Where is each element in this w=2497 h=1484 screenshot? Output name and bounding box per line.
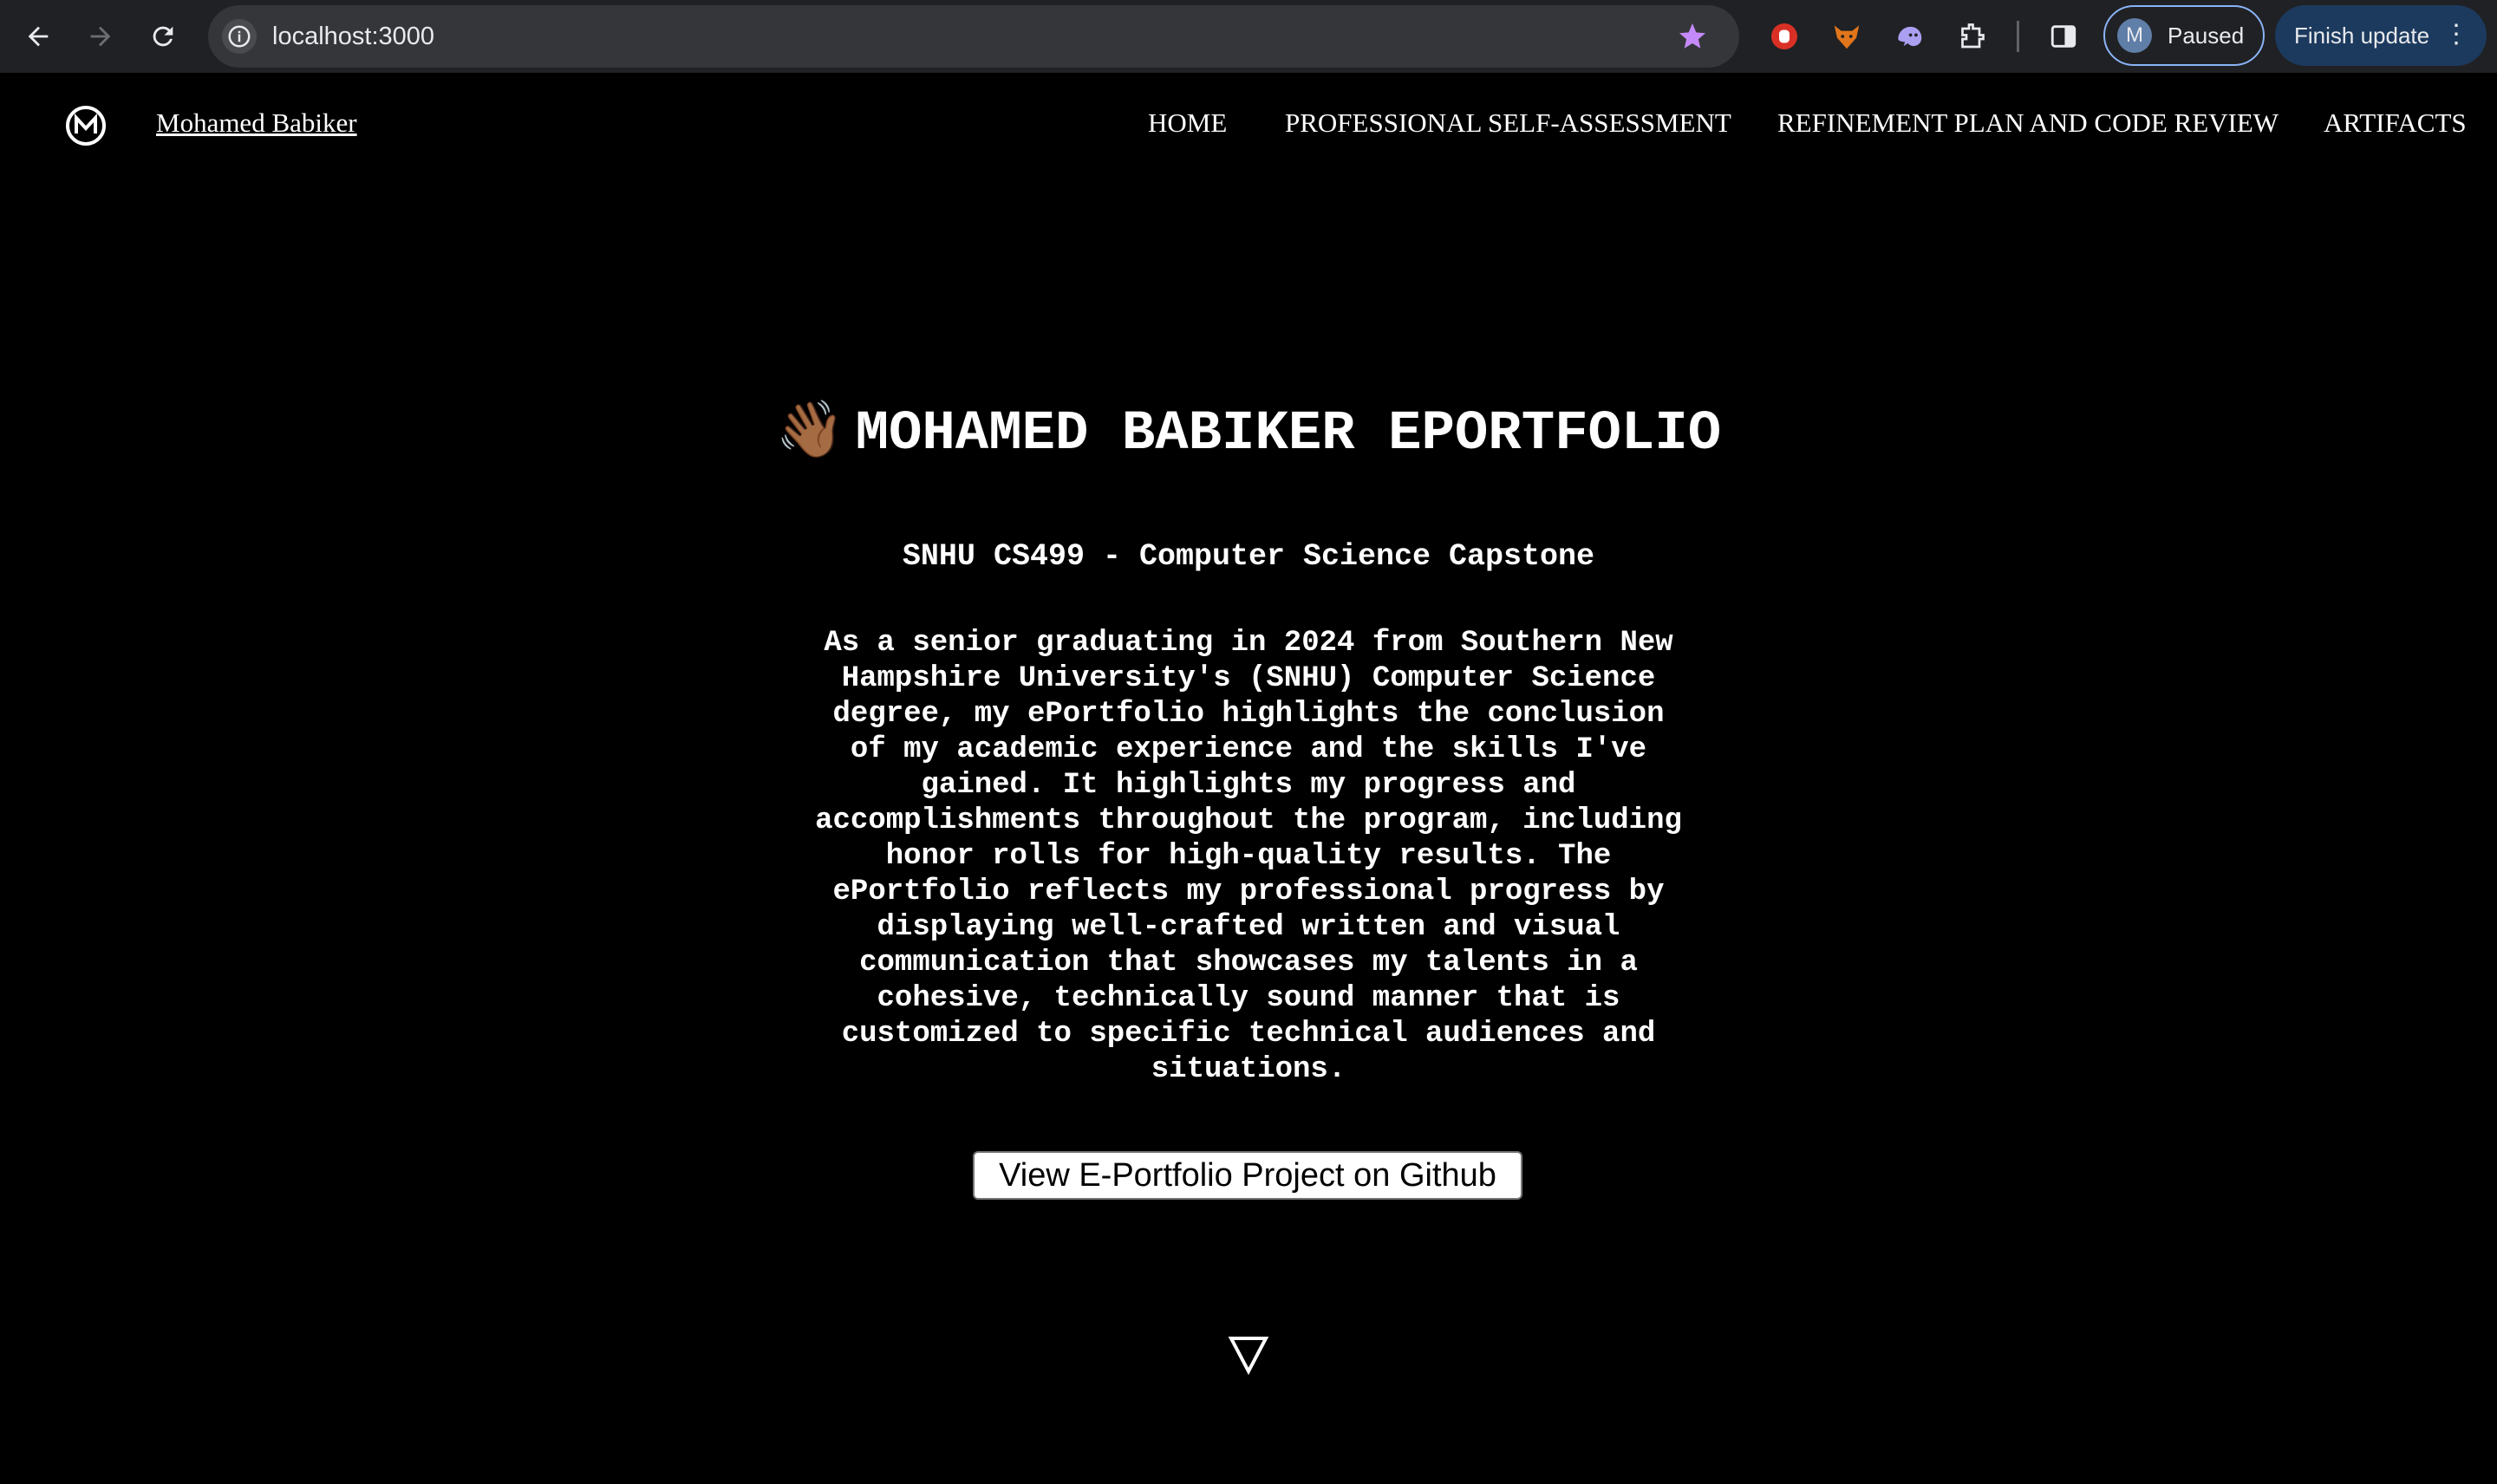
star-icon[interactable] <box>1672 16 1713 57</box>
ghost-extension-icon[interactable] <box>1888 16 1930 57</box>
back-arrow-icon[interactable] <box>14 12 62 61</box>
info-icon[interactable] <box>222 19 257 54</box>
page-title: 👋🏾 MOHAMED BABIKER EPORTFOLIO <box>0 397 2497 465</box>
kebab-menu-icon[interactable]: ⋮ <box>2443 17 2469 52</box>
avatar: M <box>2117 18 2152 53</box>
side-panel-icon[interactable] <box>2043 16 2084 57</box>
profile-status: Paused <box>2168 22 2245 49</box>
down-triangle-icon[interactable] <box>1226 1331 1271 1377</box>
finish-update-label: Finish update <box>2294 22 2430 49</box>
puzzle-extensions-icon[interactable] <box>1951 16 1992 57</box>
reload-icon[interactable] <box>139 12 187 61</box>
nav-refinement-plan[interactable]: REFINEMENT PLAN AND CODE REVIEW <box>1777 107 2279 139</box>
logo-icon[interactable] <box>64 104 108 147</box>
github-button[interactable]: View E-Portfolio Project on Github <box>973 1151 1522 1200</box>
page-subtitle: SNHU CS499 - Computer Science Capstone <box>902 539 1595 574</box>
toolbar-divider <box>2017 21 2019 52</box>
waving-hand-icon: 👋🏾 <box>775 403 845 465</box>
address-bar[interactable]: localhost:3000 <box>208 5 1739 68</box>
profile-button[interactable]: M Paused <box>2103 5 2265 66</box>
intro-paragraph: As a senior graduating in 2024 from Sout… <box>815 627 1682 1086</box>
forward-arrow-icon[interactable] <box>76 12 125 61</box>
page-title-text: MOHAMED BABIKER EPORTFOLIO <box>855 403 1722 465</box>
stop-hand-extension-icon[interactable] <box>1764 16 1805 57</box>
nav-professional-self-assessment[interactable]: PROFESSIONAL SELF-ASSESSMENT <box>1285 107 1731 139</box>
brand-link[interactable]: Mohamed Babiker <box>156 107 357 139</box>
browser-toolbar: localhost:3000 M Paused Finish update ⋮ <box>0 0 2497 73</box>
url-text[interactable]: localhost:3000 <box>272 5 434 68</box>
fox-extension-icon[interactable] <box>1826 16 1868 57</box>
nav-home[interactable]: HOME <box>1148 107 1227 139</box>
finish-update-button[interactable]: Finish update ⋮ <box>2275 5 2487 66</box>
site-header: Mohamed Babiker HOME PROFESSIONAL SELF-A… <box>0 73 2497 177</box>
nav-artifacts[interactable]: ARTIFACTS <box>2324 107 2467 139</box>
